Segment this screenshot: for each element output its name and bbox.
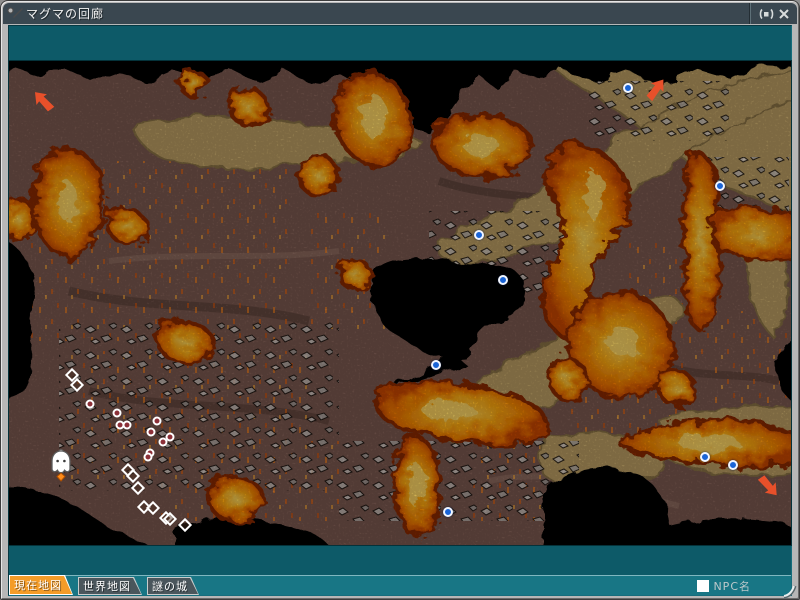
monster-marker	[146, 427, 156, 437]
pin-window-icon[interactable]	[757, 6, 775, 22]
window-title: マグマの回廊	[26, 7, 105, 21]
window-body: 現在地図 世界地図 謎の城 NPC名	[8, 25, 792, 596]
monster-marker	[85, 399, 95, 409]
tag-icon	[7, 7, 23, 18]
npc-name-label: NPC名	[713, 579, 751, 593]
exit-arrow-marker	[643, 75, 670, 103]
monster-marker	[112, 408, 122, 418]
monster-marker	[152, 416, 162, 426]
map-tabbar: 現在地図 世界地図 謎の城 NPC名	[9, 575, 791, 595]
tab-world-map-label: 世界地図	[79, 578, 141, 594]
titlebar[interactable]: マグマの回廊	[3, 3, 797, 24]
monster-marker	[122, 420, 132, 430]
portal-marker	[431, 360, 441, 370]
npc-name-toggle-area: NPC名	[697, 576, 791, 595]
portal-marker	[728, 460, 738, 470]
portal-marker	[700, 452, 710, 462]
tab-current-map[interactable]: 現在地図	[9, 575, 73, 595]
map-canvas[interactable]	[8, 60, 792, 546]
page-curl-resize-grip[interactable]	[782, 584, 798, 599]
item-marker	[130, 480, 146, 496]
player-marker	[49, 448, 73, 482]
tab-mystery-castle-label: 謎の城	[148, 578, 198, 594]
close-icon[interactable]	[775, 6, 793, 22]
tab-mystery-castle[interactable]: 謎の城	[147, 577, 199, 595]
map-window: マグマの回廊 現在地図 世界地図 謎の城 NPC名	[0, 0, 800, 600]
portal-marker	[715, 181, 725, 191]
portal-marker	[443, 507, 453, 517]
tab-current-map-label: 現在地図	[10, 576, 72, 594]
monster-marker	[143, 452, 153, 462]
portal-marker	[474, 230, 484, 240]
exit-arrow-marker	[756, 472, 783, 500]
exit-arrow-marker	[29, 87, 56, 115]
npc-name-checkbox[interactable]	[697, 579, 710, 592]
item-marker	[177, 517, 193, 533]
monster-marker	[158, 437, 168, 447]
marker-layer	[9, 61, 791, 545]
portal-marker	[498, 275, 508, 285]
portal-marker	[623, 83, 633, 93]
titlebar-buttons	[750, 3, 793, 24]
tab-world-map[interactable]: 世界地図	[78, 577, 142, 595]
